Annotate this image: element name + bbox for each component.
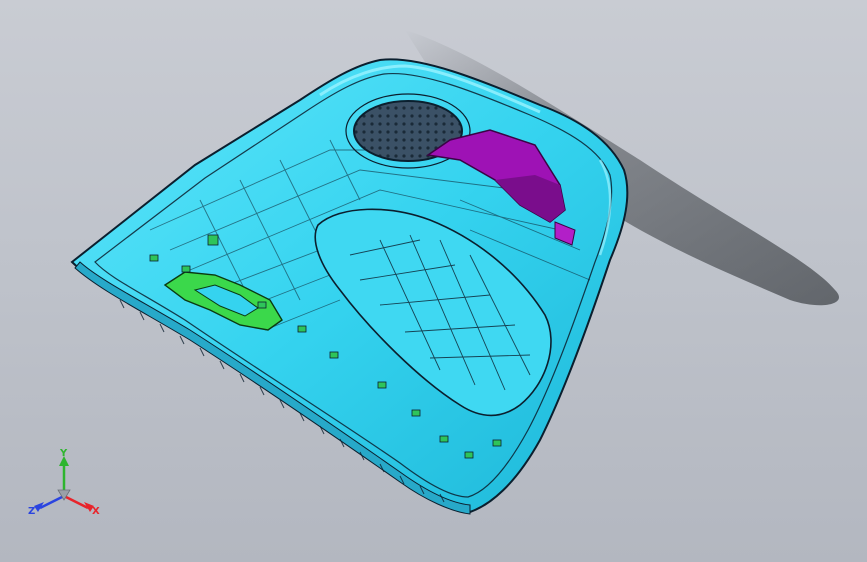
model-scene[interactable]: [0, 0, 867, 562]
axis-triad[interactable]: Y X Z: [28, 448, 108, 528]
z-axis-label: Z: [28, 506, 35, 517]
y-axis-label: Y: [59, 448, 68, 459]
x-axis-label: X: [92, 506, 100, 517]
3d-viewport[interactable]: Y X Z: [0, 0, 867, 562]
x-axis-line: [63, 494, 89, 510]
z-axis-line: [39, 494, 65, 510]
door-trim-panel[interactable]: [70, 58, 629, 515]
